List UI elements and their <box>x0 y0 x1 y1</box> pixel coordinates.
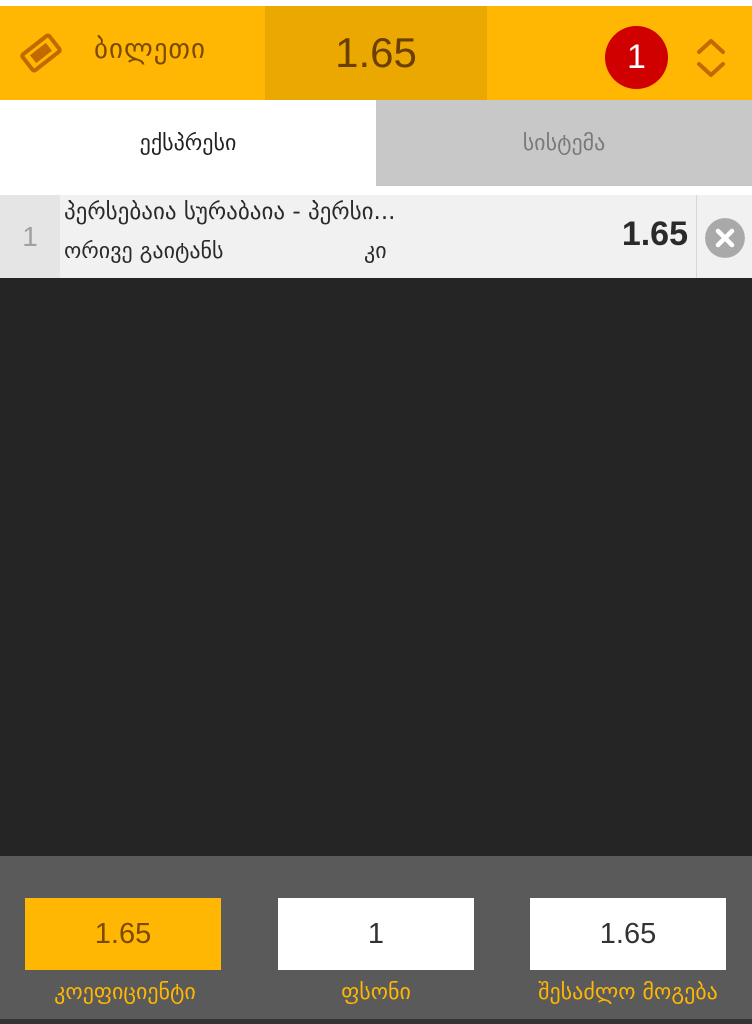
possible-win-label: შესაძლო მოგება <box>538 980 718 1005</box>
bet-index: 1 <box>0 195 60 278</box>
ticket-icon <box>20 33 62 73</box>
bet-selection: კი <box>364 239 387 264</box>
betslip-footer: 1.65 1 1.65 კოეფიციენტი ფსონი შესაძლო მო… <box>0 856 752 1024</box>
tab-system[interactable]: სისტემა <box>376 100 752 186</box>
bet-event-name: პერსებაია სურაბაია - პერსი... <box>64 199 396 225</box>
tab-express[interactable]: ექსპრესი <box>0 100 376 186</box>
ticket-section[interactable]: ბილეთი <box>0 6 265 100</box>
remove-bet-button[interactable] <box>697 195 752 278</box>
bottom-edge <box>0 1019 752 1024</box>
bet-count-badge: 1 <box>605 26 668 89</box>
ticket-label: ბილეთი <box>94 34 206 65</box>
stake-label: ფსონი <box>341 980 411 1005</box>
total-odds: 1.65 <box>335 29 417 76</box>
bet-item[interactable]: 1 პერსებაია სურაბაია - პერსი... ორივე გა… <box>0 195 752 278</box>
bet-details: პერსებაია სურაბაია - პერსი... ორივე გაიტ… <box>60 195 696 278</box>
bet-odds: 1.65 <box>621 215 688 253</box>
coefficient-label: კოეფიციენტი <box>54 980 196 1005</box>
total-odds-panel: 1.65 <box>265 6 487 100</box>
tabs-separator <box>0 186 752 195</box>
stake-input[interactable]: 1 <box>278 898 474 970</box>
coefficient-field: 1.65 <box>25 898 221 970</box>
close-circle-icon <box>705 218 745 258</box>
bet-count: 1 <box>627 38 646 76</box>
bet-market: ორივე გაიტანს <box>64 239 224 264</box>
betslip-header[interactable]: ბილეთი 1.65 1 <box>0 6 752 100</box>
chevron-up-down-icon[interactable] <box>693 34 729 82</box>
possible-win-field: 1.65 <box>530 898 726 970</box>
bet-type-tabs: ექსპრესი სისტემა <box>0 100 752 186</box>
